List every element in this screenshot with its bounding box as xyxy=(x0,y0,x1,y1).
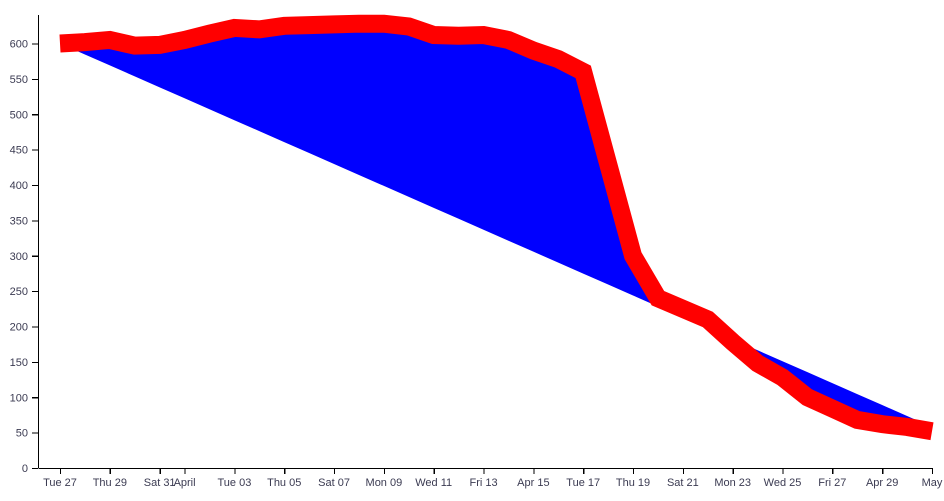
x-tick-label: Mon 23 xyxy=(714,477,751,489)
x-tick-label: Thu 29 xyxy=(93,477,127,489)
y-tick-label: 300 xyxy=(10,251,28,263)
y-tick-label: 500 xyxy=(10,109,28,121)
x-tick-label: Sat 21 xyxy=(667,477,699,489)
x-tick-label: Wed 11 xyxy=(415,477,452,489)
x-tick-label: Fri 27 xyxy=(818,477,846,489)
x-tick-label: Sat 31 xyxy=(144,477,176,489)
x-tick-label: Mon 09 xyxy=(366,477,403,489)
y-tick-label: 450 xyxy=(10,145,28,157)
x-tick-label: Apr 29 xyxy=(866,477,898,489)
x-tick-label: May xyxy=(922,477,943,489)
y-tick-label: 200 xyxy=(10,322,28,334)
y-tick-label: 400 xyxy=(10,180,28,192)
x-tick-label: Wed 25 xyxy=(764,477,802,489)
x-tick-label: Apr 15 xyxy=(517,477,549,489)
x-tick-label: Thu 05 xyxy=(267,477,301,489)
burndown-chart: 0 50 100 150 200 250 300 350 400 450 500 550 600 Tue… xyxy=(0,0,944,501)
y-tick-label: 550 xyxy=(10,74,28,86)
y-tick-label: 0 xyxy=(22,463,28,475)
y-tick-label: 100 xyxy=(10,392,28,404)
y-tick-label: 250 xyxy=(10,286,28,298)
x-tick-label: Tue 03 xyxy=(217,477,251,489)
x-tick-label: Tue 17 xyxy=(566,477,600,489)
y-tick-label: 150 xyxy=(10,357,28,369)
y-tick-label: 50 xyxy=(16,428,28,440)
y-tick-label: 350 xyxy=(10,215,28,227)
x-tick-label: Thu 19 xyxy=(616,477,650,489)
y-tick-label: 600 xyxy=(10,39,28,51)
x-tick-label: Sat 07 xyxy=(318,477,350,489)
x-tick-label: Tue 27 xyxy=(43,477,77,489)
x-tick-label: April xyxy=(174,477,196,489)
chart-canvas: 0 50 100 150 200 250 300 350 400 450 500 550 600 Tue… xyxy=(0,0,944,501)
x-tick-label: Fri 13 xyxy=(469,477,497,489)
